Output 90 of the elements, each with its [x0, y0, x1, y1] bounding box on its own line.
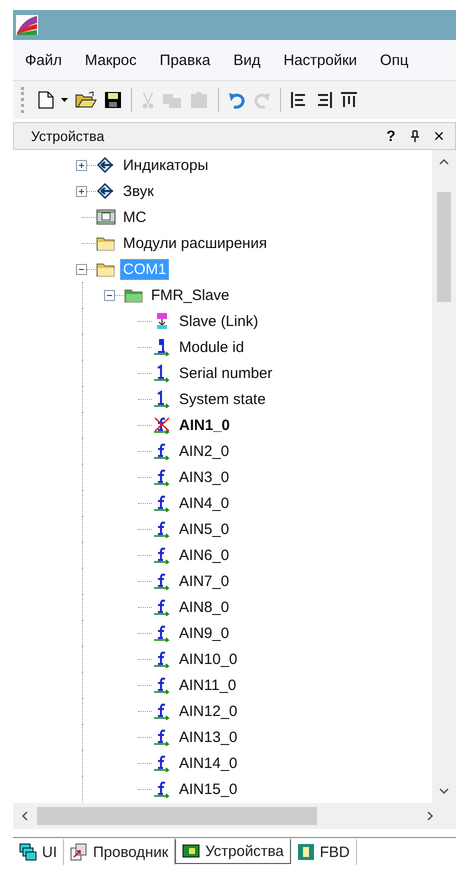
menu-item[interactable]: Опц	[368, 52, 420, 68]
horizontal-scrollbar[interactable]	[13, 803, 456, 829]
tree-item[interactable]: AIN12_0	[176, 700, 240, 722]
panel-tab[interactable]: Устройства	[175, 838, 291, 864]
panel-tab[interactable]: UI	[13, 839, 64, 865]
scroll-up-icon	[439, 158, 449, 166]
tree-item[interactable]: FMR_Slave	[148, 284, 232, 306]
function-icon	[152, 650, 172, 668]
plus-icon	[77, 160, 86, 170]
tree-item[interactable]: AIN10_0	[176, 648, 240, 670]
tree-item[interactable]: Модули расширения	[120, 232, 270, 254]
expander[interactable]	[76, 186, 87, 196]
function-icon	[152, 520, 172, 538]
tree-item[interactable]: Serial number	[176, 362, 276, 384]
function-icon	[152, 468, 172, 486]
function-icon	[152, 624, 172, 642]
function-icon	[152, 728, 172, 746]
expander[interactable]	[104, 290, 115, 300]
undo-icon	[228, 91, 246, 109]
tree-item[interactable]: Slave (Link)	[176, 310, 262, 332]
align-top-icon	[340, 91, 358, 109]
align-left-icon	[290, 91, 308, 109]
paste-icon	[189, 91, 209, 109]
tree-item[interactable]: Звук	[120, 180, 157, 202]
diamond-arrow-icon	[96, 182, 116, 200]
error-function-icon	[152, 416, 172, 434]
circuit-board-icon	[182, 842, 200, 860]
menu-item[interactable]: Правка	[148, 52, 222, 68]
chip-icon	[296, 843, 315, 861]
document-icon	[38, 91, 54, 109]
function-icon	[152, 702, 172, 720]
panel-title: Устройства	[31, 128, 104, 144]
align-right-icon	[315, 91, 333, 109]
diamond-arrow-icon	[96, 156, 116, 174]
expander[interactable]	[76, 160, 87, 170]
tree-item[interactable]: AIN5_0	[176, 518, 232, 540]
windows-icon	[19, 843, 37, 861]
scissors-icon	[141, 91, 155, 109]
function-icon	[152, 676, 172, 694]
scrollbar-thumb[interactable]	[437, 192, 451, 302]
function-icon	[152, 598, 172, 616]
expander[interactable]	[76, 264, 87, 274]
redo-icon	[253, 91, 271, 109]
panel-tab[interactable]: FBD	[290, 839, 357, 865]
function-icon	[152, 546, 172, 564]
function-icon	[152, 442, 172, 460]
menu-item[interactable]: Настройки	[271, 52, 368, 68]
menu-item[interactable]: Файл	[13, 52, 73, 68]
function-icon	[152, 572, 172, 590]
function-icon	[152, 494, 172, 512]
folder-icon	[75, 91, 97, 109]
integer-icon	[152, 390, 172, 408]
tree-item[interactable]: Индикаторы	[120, 154, 212, 176]
tree-item[interactable]: AIN1_0	[176, 414, 233, 436]
toolbar-grip[interactable]	[21, 87, 27, 113]
panel-tab[interactable]: Проводник	[64, 839, 176, 865]
scroll-left-icon	[21, 811, 29, 821]
tree-item[interactable]: AIN14_0	[176, 752, 240, 774]
function-icon	[152, 754, 172, 772]
menu-item[interactable]: Вид	[221, 52, 272, 68]
tree-item[interactable]: AIN7_0	[176, 570, 232, 592]
tree-item[interactable]: AIN2_0	[176, 440, 232, 462]
menu-item[interactable]: Макрос	[72, 52, 148, 68]
tree-item[interactable]: AIN3_0	[176, 466, 232, 488]
documents-icon	[70, 843, 88, 861]
tree-item[interactable]: AIN9_0	[176, 622, 232, 644]
pin-icon	[410, 130, 420, 142]
copy-icon	[162, 91, 182, 109]
close-button[interactable]: ×	[427, 126, 451, 146]
tree-item[interactable]: Module id	[176, 336, 248, 358]
integer-icon	[152, 364, 172, 382]
tree-item[interactable]: AIN15_0	[176, 778, 240, 800]
tree-item[interactable]: AIN4_0	[176, 492, 232, 514]
caret-icon	[61, 98, 68, 102]
function-icon	[152, 780, 172, 798]
plus-icon	[77, 186, 86, 196]
tree-item[interactable]: AIN8_0	[176, 596, 232, 618]
tree-item[interactable]: System state	[176, 388, 269, 410]
scrollbar-thumb[interactable]	[37, 807, 317, 825]
tree-item[interactable]: МС	[120, 206, 150, 228]
scroll-down-icon	[439, 787, 449, 795]
tree-item[interactable]: AIN13_0	[176, 726, 240, 748]
info-icon	[152, 338, 172, 356]
app-logo-icon	[16, 15, 38, 35]
scroll-right-icon	[426, 811, 434, 821]
tree-item[interactable]: AIN6_0	[176, 544, 232, 566]
help-button[interactable]: ?	[379, 128, 403, 144]
tree-item[interactable]: AIN11_0	[176, 674, 240, 696]
device-icon	[96, 208, 116, 226]
vertical-scrollbar[interactable]	[432, 150, 456, 803]
